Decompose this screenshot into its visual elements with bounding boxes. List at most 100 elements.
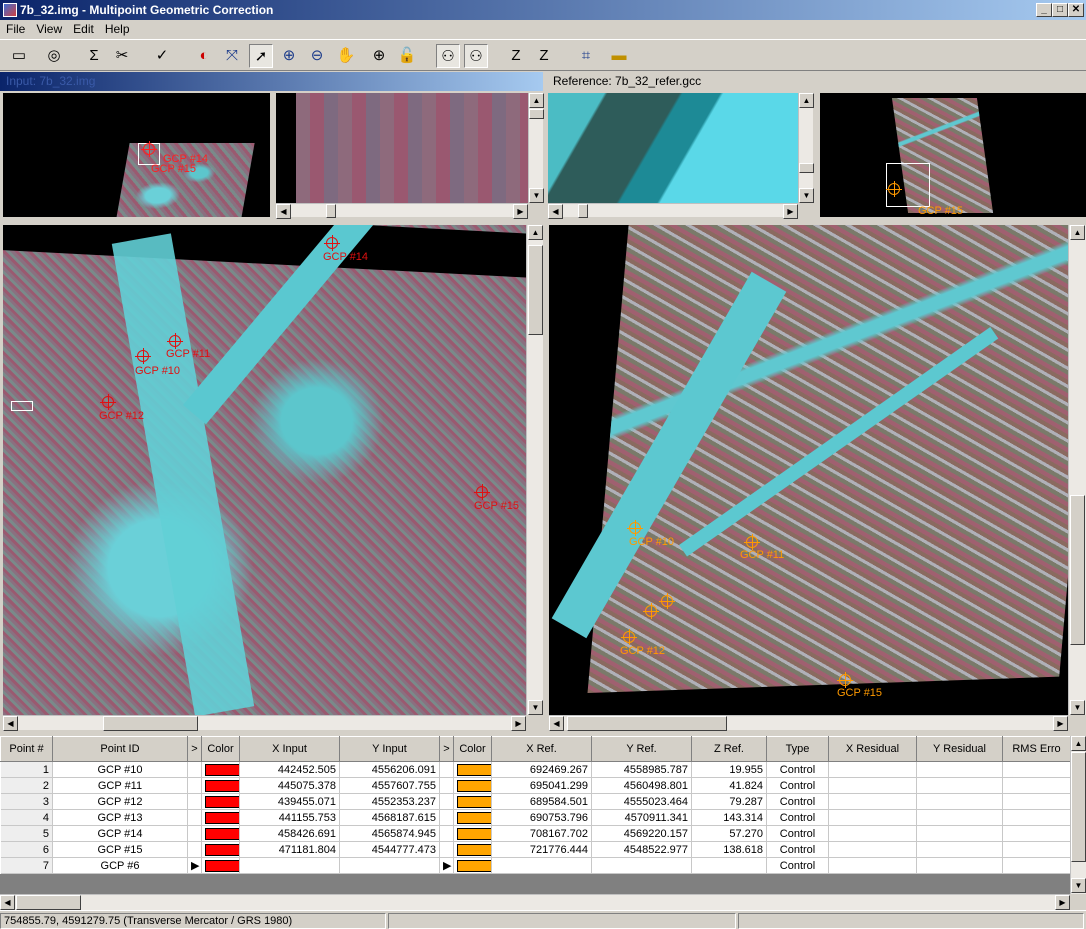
- fit-icon[interactable]: ⤧: [220, 44, 244, 68]
- expand-input-cell[interactable]: [187, 761, 202, 778]
- table-row[interactable]: 1 GCP #10 442452.505 4556206.091 692469.267 4…: [0, 761, 1071, 778]
- y-input-cell[interactable]: 4565874.945: [339, 825, 440, 842]
- rms-error-cell[interactable]: [1002, 857, 1071, 874]
- input-zoom-view[interactable]: [276, 93, 528, 203]
- expand-input-cell[interactable]: [187, 777, 202, 794]
- x-input-cell[interactable]: [239, 857, 340, 874]
- y-input-cell[interactable]: 4556206.091: [339, 761, 440, 778]
- point-id-cell[interactable]: GCP #15: [52, 841, 188, 858]
- rms-error-cell[interactable]: [1002, 793, 1071, 810]
- input-color-swatch[interactable]: [205, 795, 239, 808]
- z-ref-cell[interactable]: 143.314: [691, 809, 767, 826]
- z-refresh-icon[interactable]: Z: [532, 44, 556, 68]
- sigma-icon[interactable]: Σ: [82, 44, 106, 68]
- ref-color-cell[interactable]: [453, 809, 492, 826]
- y-input-cell[interactable]: 4568187.615: [339, 809, 440, 826]
- input-color-swatch[interactable]: [205, 843, 239, 856]
- y-ref-cell[interactable]: 4569220.157: [591, 825, 692, 842]
- x-residual-cell[interactable]: [828, 825, 917, 842]
- expand-ref-cell[interactable]: [439, 777, 454, 794]
- point-id-cell[interactable]: GCP #11: [52, 777, 188, 794]
- z-icon[interactable]: Z: [504, 44, 528, 68]
- point-id-cell[interactable]: GCP #10: [52, 761, 188, 778]
- col-z-ref[interactable]: Z Ref.: [691, 736, 767, 762]
- reference-zoom-vscroll[interactable]: ▲ ▼: [798, 93, 814, 203]
- y-residual-cell[interactable]: [916, 857, 1003, 874]
- expand-ref-cell[interactable]: ▶: [439, 857, 454, 874]
- x-input-cell[interactable]: 439455.071: [239, 793, 340, 810]
- ref-color-cell[interactable]: [453, 793, 492, 810]
- crosshair-icon[interactable]: ⊕: [367, 44, 391, 68]
- input-color-cell[interactable]: [201, 809, 240, 826]
- select-arrow-icon[interactable]: ➚: [249, 44, 273, 68]
- y-ref-cell[interactable]: 4558985.787: [591, 761, 692, 778]
- input-color-cell[interactable]: [201, 857, 240, 874]
- ruler-icon[interactable]: ▬: [607, 44, 631, 68]
- z-ref-cell[interactable]: [691, 857, 767, 874]
- ref-color-swatch[interactable]: [457, 779, 491, 792]
- z-ref-cell[interactable]: 19.955: [691, 761, 767, 778]
- table-row[interactable]: 5 GCP #14 458426.691 4565874.945 708167.702 4…: [0, 825, 1071, 842]
- minimize-button[interactable]: _: [1036, 3, 1052, 17]
- maximize-button[interactable]: □: [1052, 3, 1068, 17]
- col-y-ref[interactable]: Y Ref.: [591, 736, 692, 762]
- input-color-cell[interactable]: [201, 825, 240, 842]
- type-cell[interactable]: Control: [766, 857, 829, 874]
- expand-ref-cell[interactable]: [439, 809, 454, 826]
- x-ref-cell[interactable]: 689584.501: [491, 793, 592, 810]
- z-ref-cell[interactable]: 138.618: [691, 841, 767, 858]
- y-residual-cell[interactable]: [916, 841, 1003, 858]
- x-input-cell[interactable]: 445075.378: [239, 777, 340, 794]
- x-ref-cell[interactable]: 695041.299: [491, 777, 592, 794]
- input-color-cell[interactable]: [201, 793, 240, 810]
- ref-color-swatch[interactable]: [457, 827, 491, 840]
- menu-help[interactable]: Help: [99, 20, 135, 36]
- x-input-cell[interactable]: 441155.753: [239, 809, 340, 826]
- y-ref-cell[interactable]: 4548522.977: [591, 841, 692, 858]
- type-cell[interactable]: Control: [766, 841, 829, 858]
- table-row[interactable]: 3 GCP #12 439455.071 4552353.237 689584.501 4…: [0, 793, 1071, 810]
- x-input-cell[interactable]: 471181.804: [239, 841, 340, 858]
- input-zoom-vscroll[interactable]: ▲ ▼: [528, 93, 544, 203]
- expand-ref-cell[interactable]: [439, 793, 454, 810]
- x-ref-cell[interactable]: 690753.796: [491, 809, 592, 826]
- col-expand-input[interactable]: >: [187, 736, 202, 762]
- type-cell[interactable]: Control: [766, 809, 829, 826]
- rms-error-cell[interactable]: [1002, 761, 1071, 778]
- x-ref-cell[interactable]: 721776.444: [491, 841, 592, 858]
- z-ref-cell[interactable]: 79.287: [691, 793, 767, 810]
- x-ref-cell[interactable]: 708167.702: [491, 825, 592, 842]
- reference-main-hscroll[interactable]: ◀ ▶: [549, 715, 1068, 731]
- x-input-cell[interactable]: 458426.691: [239, 825, 340, 842]
- ref-color-swatch[interactable]: [457, 811, 491, 824]
- x-input-cell[interactable]: 442452.505: [239, 761, 340, 778]
- input-color-swatch[interactable]: [205, 811, 239, 824]
- reference-zoom-view[interactable]: [548, 93, 798, 203]
- ref-color-cell[interactable]: [453, 777, 492, 794]
- expand-input-cell[interactable]: [187, 825, 202, 842]
- load-icon[interactable]: ◎: [42, 44, 66, 68]
- table-row[interactable]: 7 GCP #6 ▶ ▶ Control: [0, 857, 1071, 874]
- expand-input-cell[interactable]: [187, 841, 202, 858]
- zoom-in-icon[interactable]: ⊕: [277, 44, 301, 68]
- y-residual-cell[interactable]: [916, 761, 1003, 778]
- ref-color-cell[interactable]: [453, 761, 492, 778]
- ref-color-cell[interactable]: [453, 841, 492, 858]
- point-id-cell[interactable]: GCP #13: [52, 809, 188, 826]
- expand-input-cell[interactable]: [187, 809, 202, 826]
- expand-ref-cell[interactable]: [439, 761, 454, 778]
- point-number-cell[interactable]: 2: [0, 777, 53, 794]
- rms-error-cell[interactable]: [1002, 825, 1071, 842]
- point-id-cell[interactable]: GCP #6: [52, 857, 188, 874]
- x-residual-cell[interactable]: [828, 777, 917, 794]
- x-residual-cell[interactable]: [828, 857, 917, 874]
- close-button[interactable]: ✕: [1068, 3, 1084, 17]
- y-input-cell[interactable]: 4544777.473: [339, 841, 440, 858]
- input-color-swatch[interactable]: [205, 827, 239, 840]
- input-main-view[interactable]: GCP #14 GCP #11 GCP #10 GCP #12 GCP #15: [3, 225, 526, 715]
- x-residual-cell[interactable]: [828, 761, 917, 778]
- point-number-cell[interactable]: 3: [0, 793, 53, 810]
- type-cell[interactable]: Control: [766, 777, 829, 794]
- input-color-swatch[interactable]: [205, 779, 239, 792]
- check-icon[interactable]: ✓: [150, 44, 174, 68]
